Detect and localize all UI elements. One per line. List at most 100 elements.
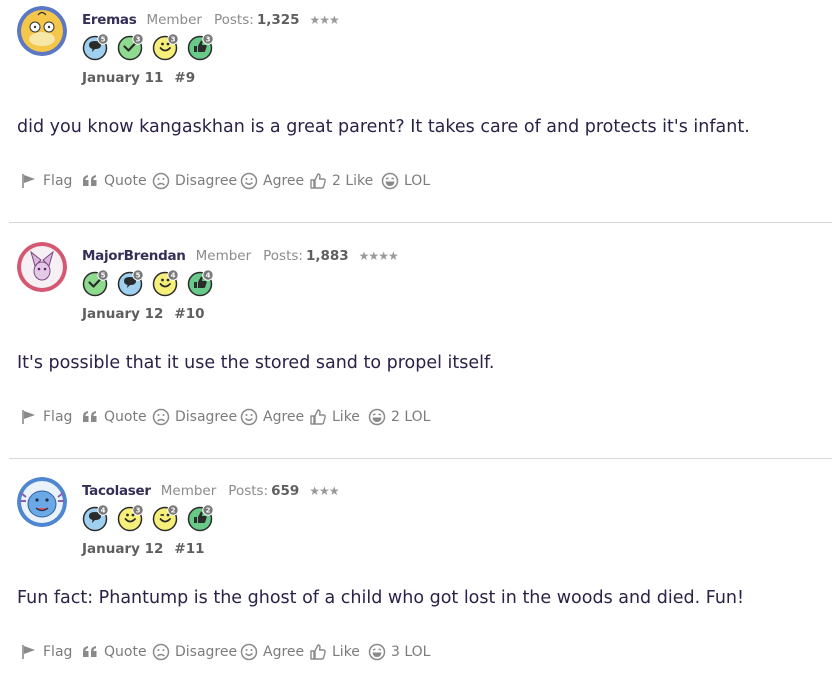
posts-label: Posts: xyxy=(213,12,254,28)
checkmark-icon[interactable]: 3 xyxy=(117,33,145,61)
disagree-label: Disagree xyxy=(175,409,238,425)
quote-button[interactable]: Quote xyxy=(82,406,147,428)
svg-text:3: 3 xyxy=(136,35,141,43)
post-9: Eremas Member Posts: 1,325 ★★★ 5 3 3 3 January … xyxy=(0,0,832,222)
user-role: Member xyxy=(146,12,202,28)
rank-stars: ★★★ xyxy=(309,13,340,27)
post-message: did you know kangaskhan is a great paren… xyxy=(17,117,750,137)
smiley-icon[interactable]: 4 xyxy=(152,269,180,297)
quote-icon xyxy=(82,174,104,188)
like-button[interactable]: 2 Like xyxy=(309,170,373,192)
like-label: Like xyxy=(332,409,360,425)
wink-icon[interactable]: 2 xyxy=(152,504,180,532)
thumbs-up-icon xyxy=(309,408,332,426)
flag-label: Flag xyxy=(43,409,73,425)
post-date[interactable]: January 11 xyxy=(82,70,163,86)
svg-text:3: 3 xyxy=(206,35,211,43)
thumbs-up-icon[interactable]: 4 xyxy=(187,269,215,297)
quote-icon xyxy=(82,645,104,659)
username[interactable]: MajorBrendan xyxy=(82,248,186,264)
username[interactable]: Eremas xyxy=(82,12,137,28)
lol-label: 3 LOL xyxy=(391,644,431,660)
flag-button[interactable]: Flag xyxy=(20,170,72,192)
quote-label: Quote xyxy=(104,173,147,189)
smiley-icon[interactable]: 3 xyxy=(152,33,180,61)
agree-button[interactable]: Agree xyxy=(240,170,304,192)
quote-button[interactable]: Quote xyxy=(82,170,147,192)
post-meta: Tacolaser Member Posts: 659 ★★★ xyxy=(82,483,340,501)
agree-button[interactable]: Agree xyxy=(240,641,304,663)
flag-button[interactable]: Flag xyxy=(20,406,72,428)
post-meta: MajorBrendan Member Posts: 1,883 ★★★★ xyxy=(82,248,399,266)
quote-icon xyxy=(82,410,104,424)
like-button[interactable]: Like xyxy=(309,406,360,428)
post-message: It's possible that it use the stored san… xyxy=(17,353,495,373)
frown-face-icon xyxy=(152,408,175,426)
agree-label: Agree xyxy=(263,644,305,660)
checkmark-icon[interactable]: 5 xyxy=(82,269,110,297)
post-divider xyxy=(9,458,832,459)
svg-text:3: 3 xyxy=(171,35,176,43)
thumbs-up-icon[interactable]: 2 xyxy=(187,504,215,532)
disagree-button[interactable]: Disagree xyxy=(152,406,237,428)
lol-button[interactable]: 2 LOL xyxy=(368,406,430,428)
post-date-line: January 12 #11 xyxy=(82,541,205,557)
thumbs-up-icon xyxy=(309,643,332,661)
post-divider xyxy=(9,222,832,223)
laugh-face-icon xyxy=(368,408,391,426)
flag-icon xyxy=(20,173,43,189)
post-number[interactable]: #10 xyxy=(174,306,204,322)
post-number[interactable]: #11 xyxy=(174,541,204,557)
speech-bubble-icon[interactable]: 5 xyxy=(117,269,145,297)
quote-button[interactable]: Quote xyxy=(82,641,147,663)
svg-text:4: 4 xyxy=(171,271,176,279)
disagree-button[interactable]: Disagree xyxy=(152,170,237,192)
post-date[interactable]: January 12 xyxy=(82,306,163,322)
like-label: Like xyxy=(332,644,360,660)
posts-label: Posts: xyxy=(228,483,269,499)
posts-count: 1,325 xyxy=(256,12,300,28)
flag-button[interactable]: Flag xyxy=(20,641,72,663)
lol-button[interactable]: LOL xyxy=(381,170,430,192)
post-message: Fun fact: Phantump is the ghost of a chi… xyxy=(17,588,745,608)
post-meta: Eremas Member Posts: 1,325 ★★★ xyxy=(82,12,340,30)
disagree-button[interactable]: Disagree xyxy=(152,641,237,663)
frown-face-icon xyxy=(152,172,175,190)
quote-label: Quote xyxy=(104,409,147,425)
svg-text:5: 5 xyxy=(101,35,106,43)
thumbs-up-icon[interactable]: 3 xyxy=(187,33,215,61)
laugh-face-icon xyxy=(381,172,404,190)
post-number[interactable]: #9 xyxy=(174,70,195,86)
lol-button[interactable]: 3 LOL xyxy=(368,641,430,663)
avatar[interactable] xyxy=(17,477,67,527)
username[interactable]: Tacolaser xyxy=(82,483,151,499)
avatar[interactable] xyxy=(17,242,67,292)
smile-face-icon xyxy=(240,643,263,661)
avatar[interactable] xyxy=(17,6,67,56)
svg-text:2: 2 xyxy=(206,506,211,514)
svg-text:2: 2 xyxy=(171,506,176,514)
agree-button[interactable]: Agree xyxy=(240,406,304,428)
svg-text:5: 5 xyxy=(136,271,141,279)
disagree-label: Disagree xyxy=(175,644,238,660)
user-role: Member xyxy=(160,483,217,499)
speech-bubble-icon[interactable]: 4 xyxy=(82,504,110,532)
flag-label: Flag xyxy=(43,173,73,189)
laugh-face-icon xyxy=(368,643,391,661)
post-11: Tacolaser Member Posts: 659 ★★★ 4 3 2 2 January… xyxy=(0,471,832,681)
post-date-line: January 11 #9 xyxy=(82,70,195,86)
like-label: 2 Like xyxy=(332,173,374,189)
like-button[interactable]: Like xyxy=(309,641,360,663)
posts-count: 1,883 xyxy=(305,248,349,264)
agree-label: Agree xyxy=(263,173,305,189)
smile-face-icon xyxy=(240,172,263,190)
rank-stars: ★★★ xyxy=(309,484,339,498)
smiley-icon[interactable]: 3 xyxy=(117,504,145,532)
post-10: MajorBrendan Member Posts: 1,883 ★★★★ 5 5 4 4 J… xyxy=(0,236,832,458)
post-date[interactable]: January 12 xyxy=(82,541,163,557)
svg-text:4: 4 xyxy=(206,271,211,279)
speech-bubble-icon[interactable]: 5 xyxy=(82,33,110,61)
quote-label: Quote xyxy=(104,644,147,660)
posts-count: 659 xyxy=(271,483,300,499)
svg-text:3: 3 xyxy=(136,506,141,514)
